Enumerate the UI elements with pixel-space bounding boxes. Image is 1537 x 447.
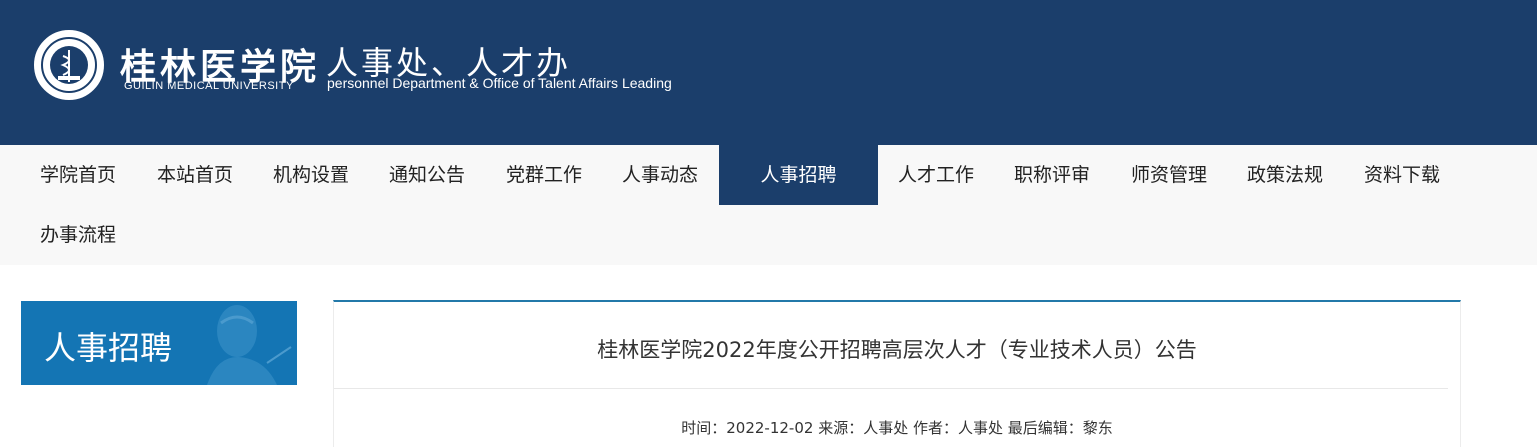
department-name-en: personnel Department & Office of Talent … [327,75,672,91]
caduceus-icon [58,50,80,82]
nav-item-recruitment[interactable]: 人事招聘 [719,145,878,205]
sidebar-section-title: 人事招聘 [21,301,297,385]
article-title: 桂林医学院2022年度公开招聘高层次人才（专业技术人员）公告 [597,338,1197,362]
nav-item-downloads[interactable]: 资料下载 [1364,145,1440,205]
nav-item-party-work[interactable]: 党群工作 [506,145,582,205]
nav-item-personnel-news[interactable]: 人事动态 [622,145,698,205]
nav-item-site-home[interactable]: 本站首页 [157,145,233,205]
nav-item-title-review[interactable]: 职称评审 [1014,145,1090,205]
site-header: 桂林医学院 GUILIN MEDICAL UNIVERSITY 人事处、人才办 … [0,0,1537,145]
sidebar-title-text: 人事招聘 [44,329,173,367]
nav-item-notices[interactable]: 通知公告 [389,145,465,205]
article-meta: 时间：2022-12-02 来源：人事处 作者：人事处 最后编辑：黎东 [681,419,1113,437]
university-name-en: GUILIN MEDICAL UNIVERSITY [124,80,294,92]
nav-item-faculty-management[interactable]: 师资管理 [1131,145,1207,205]
nav-item-college-home[interactable]: 学院首页 [40,145,116,205]
nav-item-policies[interactable]: 政策法规 [1247,145,1323,205]
portrait-watermark [207,305,292,385]
university-seal-logo[interactable] [34,30,104,100]
nav-item-talent-work[interactable]: 人才工作 [898,145,974,205]
article-panel: 桂林医学院2022年度公开招聘高层次人才（专业技术人员）公告 时间：2022-1… [333,300,1461,447]
title-divider [334,388,1448,389]
nav-item-procedures[interactable]: 办事流程 [40,205,116,265]
main-navigation: 学院首页 本站首页 机构设置 通知公告 党群工作 人事动态 人事招聘 人才工作 … [0,145,1537,265]
nav-item-organization[interactable]: 机构设置 [273,145,349,205]
